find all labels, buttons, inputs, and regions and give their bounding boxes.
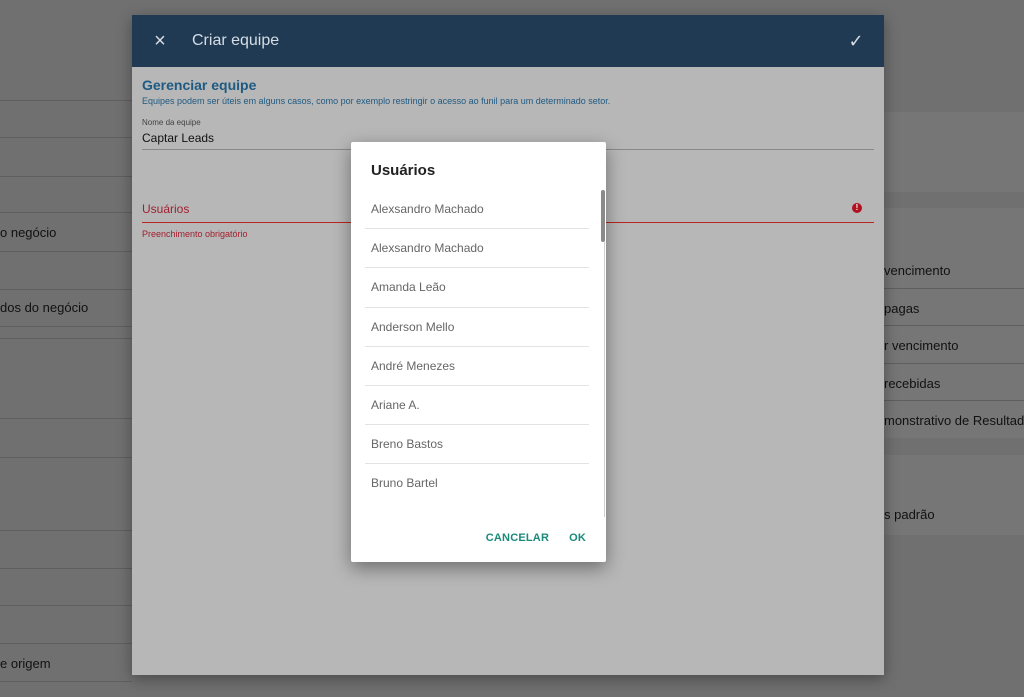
bg-divider <box>0 568 132 569</box>
bg-divider <box>0 251 132 252</box>
bg-right-item: r vencimento <box>884 338 959 353</box>
bg-divider <box>0 681 132 682</box>
background-right-column: vencimento pagas r vencimento recebidas … <box>884 0 1024 697</box>
bg-divider <box>0 643 132 644</box>
list-item[interactable]: Breno Bastos <box>365 425 589 465</box>
bg-left-item: o negócio <box>0 225 57 240</box>
bg-divider <box>0 418 132 419</box>
list-item[interactable]: Anderson Mello <box>365 308 589 347</box>
team-name-label: Nome da equipe <box>142 118 201 127</box>
close-icon[interactable]: × <box>148 29 172 53</box>
bg-divider <box>884 325 1024 326</box>
background-left-column: o negócio dos do negócio e origem <box>0 0 132 697</box>
bg-divider <box>0 326 132 327</box>
modal-header: × Criar equipe ✓ <box>132 15 884 67</box>
bg-right-item: s padrão <box>884 507 935 522</box>
bg-divider <box>0 137 132 138</box>
bg-divider <box>0 338 132 339</box>
list-item[interactable]: Alexsandro Machado <box>365 229 589 269</box>
bg-right-item: recebidas <box>884 376 941 391</box>
bg-divider <box>884 363 1024 364</box>
bg-divider <box>0 100 132 101</box>
user-list[interactable]: Alexsandro Machado Alexsandro Machado Am… <box>365 190 589 502</box>
bg-left-item: dos do negócio <box>0 300 89 315</box>
list-item[interactable]: Alexsandro Machado <box>365 190 589 230</box>
bg-divider <box>884 288 1024 289</box>
section-title: Gerenciar equipe <box>142 77 257 93</box>
list-item[interactable]: Bruno Bartel <box>365 464 589 502</box>
list-item[interactable]: Amanda Leão <box>365 268 589 308</box>
scrollbar-track <box>604 242 605 517</box>
cancel-button[interactable]: CANCELAR <box>486 532 549 544</box>
bg-card <box>884 455 1024 535</box>
bg-divider <box>0 530 132 531</box>
bg-divider <box>0 289 132 290</box>
bg-divider <box>884 400 1024 401</box>
dialog-actions: CANCELAR OK <box>486 532 586 544</box>
bg-divider <box>0 457 132 458</box>
bg-right-item: monstrativo de Resultado <box>884 413 1024 428</box>
scrollbar-thumb[interactable] <box>601 190 605 242</box>
bg-card <box>884 112 1024 192</box>
confirm-check-icon[interactable]: ✓ <box>844 29 868 53</box>
error-icon: ! <box>852 203 862 213</box>
bg-divider <box>0 212 132 213</box>
users-field-label: Usuários <box>142 202 190 216</box>
list-item[interactable]: Ariane A. <box>365 386 589 426</box>
bg-card <box>884 208 1024 438</box>
modal-title: Criar equipe <box>192 32 280 49</box>
bg-left-item: e origem <box>0 656 51 671</box>
section-description: Equipes podem ser úteis em alguns casos,… <box>142 96 611 106</box>
bg-right-item: pagas <box>884 301 920 316</box>
bg-divider <box>0 605 132 606</box>
users-dialog: Usuários Alexsandro Machado Alexsandro M… <box>351 142 606 562</box>
bg-right-item: vencimento <box>884 263 951 278</box>
list-item[interactable]: André Menezes <box>365 347 589 386</box>
ok-button[interactable]: OK <box>569 532 586 544</box>
dialog-title: Usuários <box>371 162 436 179</box>
bg-divider <box>0 176 132 177</box>
